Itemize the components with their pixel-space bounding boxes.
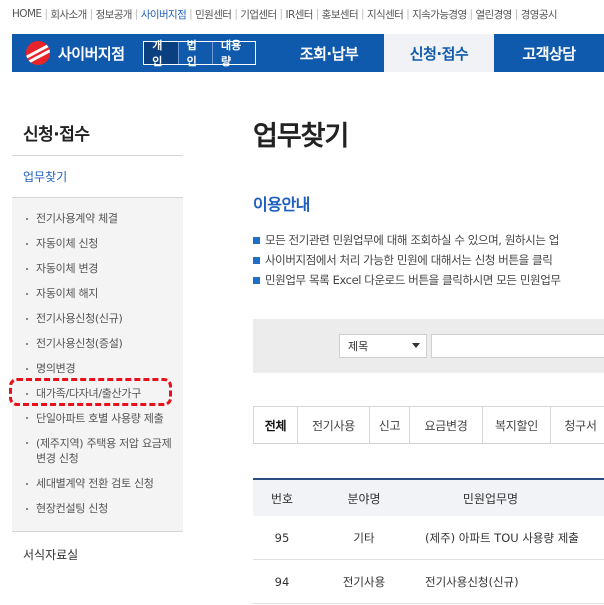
topnav-separator: | <box>514 8 519 20</box>
topnav-separator: | <box>44 8 48 20</box>
topnav-separator: | <box>279 8 284 20</box>
header-bar: 사이버지점 개인 법인 대용량 조회·납부 신청·접수 고객상담 <box>12 34 604 72</box>
sidebar-item-autopay-apply[interactable]: 자동이체 신청 <box>12 231 183 256</box>
table-row: 95 기타 (제주) 아파트 TOU 사용량 제출 <box>253 516 604 560</box>
search-input[interactable] <box>431 334 604 358</box>
topnav-separator: | <box>469 8 474 20</box>
topnav-pr-center[interactable]: 홍보센터 <box>322 7 359 22</box>
sidebar-item-field-consulting[interactable]: 현장컨설팅 신청 <box>12 496 183 521</box>
tab-all[interactable]: 전체 <box>253 406 298 443</box>
topnav-separator: | <box>315 8 320 20</box>
sidebar-item-forms[interactable]: 서식자료실 <box>12 532 183 576</box>
tab-rate-change[interactable]: 요금변경 <box>410 406 483 443</box>
page-title: 업무찾기 <box>253 121 349 152</box>
brand-logo[interactable]: 사이버지점 <box>12 34 143 72</box>
kepco-logo-icon <box>26 41 50 65</box>
topnav-management-disclosure[interactable]: 경영공시 <box>521 7 558 22</box>
topnav-open-management[interactable]: 열린경영 <box>476 7 513 22</box>
column-category: 분야명 <box>347 491 381 506</box>
tab-bill[interactable]: 청구서 <box>551 406 604 443</box>
search-field-value: 제목 <box>348 340 369 353</box>
sidebar-item-autopay-change[interactable]: 자동이체 변경 <box>12 256 183 281</box>
chevron-down-icon <box>412 343 420 348</box>
square-bullet-icon <box>253 276 260 284</box>
tab-report[interactable]: 신고 <box>370 406 410 443</box>
topnav-ir-center[interactable]: IR센터 <box>286 7 314 22</box>
topnav-separator: | <box>189 8 193 20</box>
top-utility-nav: HOME | 회사소개 | 정보공개 | 사이버지점 | 민원센터 | 기업센터 | IR센… <box>0 0 604 28</box>
info-text: 사이버지점에서 처리 가능한 민원에 대해서는 신청 버튼을 클릭 <box>265 253 553 267</box>
topnav-separator: | <box>361 8 365 20</box>
topnav-business-center[interactable]: 기업센터 <box>240 7 277 22</box>
sidebar-item-capacity-increase[interactable]: 전기사용신청(증설) <box>12 331 183 356</box>
menu-inquiry-payment[interactable]: 조회·납부 <box>274 34 384 72</box>
topnav-civil-center[interactable]: 민원센터 <box>195 7 232 22</box>
segment-large-volume[interactable]: 대용량 <box>213 39 255 68</box>
cell-number: 94 <box>274 574 290 589</box>
cell-task-name[interactable]: (제주) 아파트 TOU 사용량 제출 <box>417 530 604 546</box>
column-number: 번호 <box>270 491 294 506</box>
cell-category: 전기사용 <box>342 574 386 589</box>
sidebar-item-apartment-usage[interactable]: 단일아파트 호별 사용량 제출 <box>12 406 183 431</box>
topnav-home[interactable]: HOME <box>12 8 42 20</box>
topnav-sustainability[interactable]: 지속가능경영 <box>412 7 467 22</box>
column-task-name: 민원업무명 <box>462 491 519 506</box>
sidebar-item-jeju-rate-change[interactable]: (제주지역) 주택용 저압 요금제 변경 신청 <box>12 431 183 471</box>
search-panel: 제목 <box>253 319 604 373</box>
sidebar: 신청·접수 업무찾기 전기사용계약 체결 자동이체 신청 자동이체 변경 자동이… <box>12 110 183 576</box>
sidebar-item-new-service[interactable]: 전기사용신청(신규) <box>12 306 183 331</box>
info-list: 모든 전기관련 민원업무에 대해 조회하실 수 있으며, 원하시는 업 사이버지… <box>253 230 604 290</box>
sidebar-submenu: 전기사용계약 체결 자동이체 신청 자동이체 변경 자동이체 해지 전기사용신청… <box>12 198 183 532</box>
segment-personal[interactable]: 개인 <box>144 39 179 68</box>
topnav-cyber-branch[interactable]: 사이버지점 <box>141 7 187 22</box>
sidebar-item-task-finder[interactable]: 업무찾기 <box>12 156 183 198</box>
tab-electricity-use[interactable]: 전기사용 <box>298 406 370 443</box>
menu-application[interactable]: 신청·접수 <box>384 34 494 72</box>
topnav-disclosure[interactable]: 정보공개 <box>96 7 133 22</box>
topnav-company[interactable]: 회사소개 <box>50 7 87 22</box>
highlight-annotation <box>9 378 172 406</box>
tab-welfare-discount[interactable]: 복지할인 <box>483 406 551 443</box>
table-row: 94 전기사용 전기사용신청(신규) <box>253 560 604 604</box>
info-item: 민원업무 목록 Excel 다운로드 버튼을 클릭하시면 모든 민원업무 <box>253 270 604 290</box>
table-header: 번호 분야명 민원업무명 <box>253 478 604 516</box>
sidebar-title: 신청·접수 <box>12 110 183 156</box>
topnav-separator: | <box>89 8 94 20</box>
topnav-separator: | <box>406 8 410 20</box>
topnav-separator: | <box>134 8 139 20</box>
square-bullet-icon <box>253 256 260 264</box>
sidebar-item-contract[interactable]: 전기사용계약 체결 <box>12 206 183 231</box>
cell-category: 기타 <box>353 530 375 545</box>
cell-number: 95 <box>274 530 290 545</box>
sidebar-item-household-contract[interactable]: 세대별계약 전환 검토 신청 <box>12 471 183 496</box>
category-tabs: 전체 전기사용 신고 요금변경 복지할인 청구서 <box>253 406 604 444</box>
sidebar-item-autopay-cancel[interactable]: 자동이체 해지 <box>12 281 183 306</box>
search-field-select[interactable]: 제목 <box>339 334 427 358</box>
info-item: 사이버지점에서 처리 가능한 민원에 대해서는 신청 버튼을 클릭 <box>253 250 604 270</box>
info-text: 민원업무 목록 Excel 다운로드 버튼을 클릭하시면 모든 민원업무 <box>265 273 561 287</box>
topnav-separator: | <box>234 8 238 20</box>
info-item: 모든 전기관련 민원업무에 대해 조회하실 수 있으며, 원하시는 업 <box>253 230 604 250</box>
section-title: 이용안내 <box>253 195 310 214</box>
segment-corporate[interactable]: 법인 <box>179 39 213 68</box>
main-menu: 조회·납부 신청·접수 고객상담 <box>274 34 604 72</box>
cell-task-name[interactable]: 전기사용신청(신규) <box>417 574 604 590</box>
brand-title: 사이버지점 <box>58 44 125 63</box>
menu-customer-support[interactable]: 고객상담 <box>494 34 604 72</box>
customer-type-tabs: 개인 법인 대용량 <box>143 39 256 68</box>
info-text: 모든 전기관련 민원업무에 대해 조회하실 수 있으며, 원하시는 업 <box>265 233 559 247</box>
topnav-knowledge-center[interactable]: 지식센터 <box>367 7 404 22</box>
task-table: 번호 분야명 민원업무명 95 기타 (제주) 아파트 TOU 사용량 제출 9… <box>253 478 604 604</box>
square-bullet-icon <box>253 236 260 244</box>
